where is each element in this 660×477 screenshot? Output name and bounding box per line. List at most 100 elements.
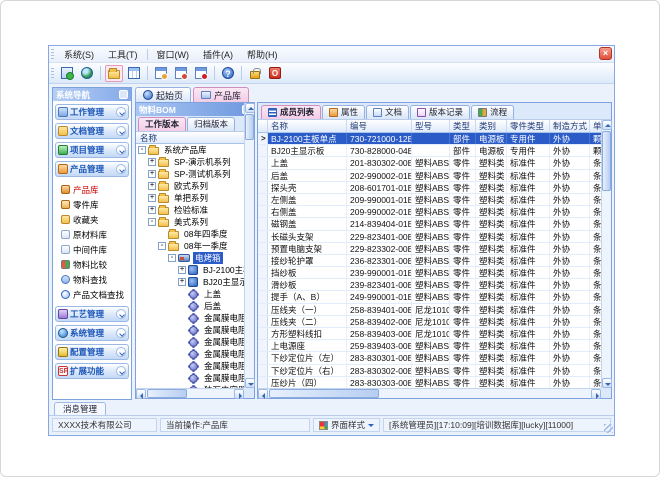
- table-row[interactable]: 左侧盖209-990001-01E塑料ABS零件塑料类标准件外协条: [258, 194, 601, 206]
- tree-vertical-scrollbar[interactable]: [244, 103, 254, 388]
- table-row[interactable]: 右侧盖209-990002-01E塑料ABS零件塑料类标准件外协条: [258, 206, 601, 218]
- exit-icon-button[interactable]: O: [266, 65, 284, 82]
- expand-icon[interactable]: +: [148, 182, 156, 190]
- table-row[interactable]: 提手（A、B）249-990001-01E塑料ABS零件塑料类标准件外协条: [258, 291, 601, 303]
- menu-item-4[interactable]: 帮助(H): [240, 46, 285, 63]
- bom-tab-1[interactable]: 归档版本: [187, 117, 235, 131]
- tree-node-16[interactable]: -金属膜电阻器: [136, 336, 244, 348]
- member-tab-1[interactable]: 属性: [322, 105, 365, 119]
- table-row[interactable]: 下纱定位片（右）283-830302-00E塑料ABS零件塑料类标准件外协条: [258, 365, 601, 377]
- table-row[interactable]: 接纱轮护罩236-823301-00E塑料ABS零件塑料类标准件外协条: [258, 255, 601, 267]
- sidebar-section-4[interactable]: 工艺管理: [55, 306, 129, 322]
- window-add-icon-button[interactable]: [152, 65, 170, 82]
- column-header-3[interactable]: 类型: [450, 120, 476, 132]
- table-row[interactable]: 下纱定位片（左）283-830301-00E塑料ABS零件塑料类标准件外协条: [258, 352, 601, 364]
- table-row[interactable]: 压线夹（一）258-839401-00E尼龙1010零件塑料类标准件外协条: [258, 304, 601, 316]
- toolbar-grip-handle[interactable]: [51, 68, 54, 79]
- column-header-7[interactable]: 单位: [590, 120, 601, 132]
- doc-tab-0[interactable]: 起始页: [135, 87, 191, 102]
- column-header-1[interactable]: 编号: [347, 120, 412, 132]
- chevron-down-icon[interactable]: [116, 309, 126, 319]
- table-row[interactable]: 方形塑料线扣258-839403-00E尼龙1010零件塑料类标准件外协条: [258, 328, 601, 340]
- table-row[interactable]: >BJ-2100主板单点730-721000-12E部件电源板专用件外协颗: [258, 133, 601, 145]
- tree-node-19[interactable]: -金属膜电阻器: [136, 372, 244, 384]
- tree-node-6[interactable]: -美式系列: [136, 216, 244, 228]
- sidebar-item-2[interactable]: 收藏夹: [61, 212, 129, 227]
- sidebar-item-0[interactable]: 产品库: [61, 182, 129, 197]
- sidebar-item-6[interactable]: 物料查找: [61, 272, 129, 287]
- sidebar-item-5[interactable]: 物料比较: [61, 257, 129, 272]
- ui-style-button[interactable]: 界面样式: [313, 418, 380, 432]
- sidebar-section-1[interactable]: 文档管理: [55, 123, 129, 139]
- window-delete-icon-button[interactable]: [192, 65, 210, 82]
- grid-icon-button[interactable]: [125, 65, 143, 82]
- menu-item-2[interactable]: 窗口(W): [150, 46, 197, 63]
- doc-tab-1[interactable]: 产品库: [193, 87, 249, 102]
- expand-icon[interactable]: +: [178, 266, 186, 274]
- expand-icon[interactable]: +: [148, 206, 156, 214]
- chevron-down-icon[interactable]: [116, 126, 126, 136]
- member-tab-4[interactable]: 流程: [471, 105, 514, 119]
- sidebar-section-6[interactable]: 配置管理: [55, 344, 129, 360]
- sidebar-section-2[interactable]: 项目管理: [55, 142, 129, 158]
- table-row[interactable]: 上电源座259-839403-00E塑料ABS零件塑料类标准件外协条: [258, 340, 601, 352]
- sidebar-item-3[interactable]: 原材料库: [61, 227, 129, 242]
- tree-node-5[interactable]: +检验标准: [136, 204, 244, 216]
- member-tab-2[interactable]: 文档: [366, 105, 409, 119]
- tree-node-2[interactable]: +SP-测试机系列: [136, 168, 244, 180]
- expand-icon[interactable]: +: [148, 194, 156, 202]
- tree-node-13[interactable]: -后盖: [136, 300, 244, 312]
- tree-node-18[interactable]: -金属膜电阻器: [136, 360, 244, 372]
- chevron-down-icon[interactable]: [116, 107, 126, 117]
- table-row[interactable]: 预置电脑支架229-823302-00E塑料ABS零件塑料类标准件外协条: [258, 243, 601, 255]
- sidebar-item-4[interactable]: 中间件库: [61, 242, 129, 257]
- tree-node-12[interactable]: -上盖: [136, 288, 244, 300]
- expand-icon[interactable]: +: [148, 158, 156, 166]
- collapse-icon[interactable]: -: [158, 242, 166, 250]
- tree-node-14[interactable]: -金属膜电阻器: [136, 312, 244, 324]
- table-row[interactable]: 压纱片（四）283-830303-00E塑料ABS零件塑料类标准件外协条: [258, 377, 601, 388]
- sidebar-section-5[interactable]: 系统管理: [55, 325, 129, 341]
- member-tab-0[interactable]: 成员列表: [261, 105, 321, 119]
- column-header-4[interactable]: 类别: [476, 120, 507, 132]
- help-icon-button[interactable]: ?: [219, 65, 237, 82]
- collapse-icon[interactable]: -: [168, 254, 176, 262]
- tree-horizontal-scrollbar[interactable]: [136, 388, 244, 398]
- column-header-0[interactable]: 名称: [268, 120, 347, 132]
- menu-item-3[interactable]: 插件(A): [196, 46, 240, 63]
- table-vertical-scrollbar[interactable]: [601, 120, 611, 388]
- bom-tab-0[interactable]: 工作版本: [138, 117, 186, 131]
- workspace-icon-button[interactable]: [58, 65, 76, 82]
- folder-icon-button[interactable]: [105, 65, 123, 82]
- tree-node-9[interactable]: -电烤箱: [136, 252, 244, 264]
- tree-node-8[interactable]: -08年一季度: [136, 240, 244, 252]
- member-tab-3[interactable]: 版本记录: [410, 105, 470, 119]
- chevron-down-icon[interactable]: [116, 366, 126, 376]
- tree-node-3[interactable]: +欧式系列: [136, 180, 244, 192]
- tree-node-4[interactable]: +单把系列: [136, 192, 244, 204]
- collapse-icon[interactable]: -: [138, 146, 146, 154]
- table-row[interactable]: 磁钢盖214-839404-01E塑料ABS零件塑料类标准件外协条: [258, 218, 601, 230]
- chevron-up-icon[interactable]: [116, 164, 126, 174]
- chevron-down-icon[interactable]: [116, 328, 126, 338]
- menu-item-1[interactable]: 工具(T): [101, 46, 145, 63]
- table-row[interactable]: 挡纱板239-990001-01E塑料ABS零件塑料类标准件外协条: [258, 267, 601, 279]
- globe-icon-button[interactable]: [78, 65, 96, 82]
- resize-grip[interactable]: [604, 424, 613, 433]
- table-row[interactable]: 上盖201-830302-00E塑料ABS零件塑料类标准件外协条: [258, 157, 601, 169]
- tree-node-0[interactable]: -系统产品库: [136, 144, 244, 156]
- lock-icon-button[interactable]: [246, 65, 264, 82]
- collapse-icon[interactable]: -: [148, 218, 156, 226]
- sidebar-item-1[interactable]: 零件库: [61, 197, 129, 212]
- tree-node-1[interactable]: +SP-演示机系列: [136, 156, 244, 168]
- table-row[interactable]: 压线夹（二）258-839402-00E尼龙1010零件塑料类标准件外协条: [258, 316, 601, 328]
- column-header-2[interactable]: 型号: [412, 120, 450, 132]
- chevron-down-icon[interactable]: [116, 347, 126, 357]
- expand-icon[interactable]: +: [178, 278, 186, 286]
- sidebar-section-7[interactable]: SP扩展功能: [55, 363, 129, 379]
- tree-node-15[interactable]: -金属膜电阻器: [136, 324, 244, 336]
- menu-grip-handle[interactable]: [51, 49, 54, 60]
- expand-icon[interactable]: +: [148, 170, 156, 178]
- chevron-down-icon[interactable]: [116, 145, 126, 155]
- close-tab-button[interactable]: ×: [599, 47, 612, 60]
